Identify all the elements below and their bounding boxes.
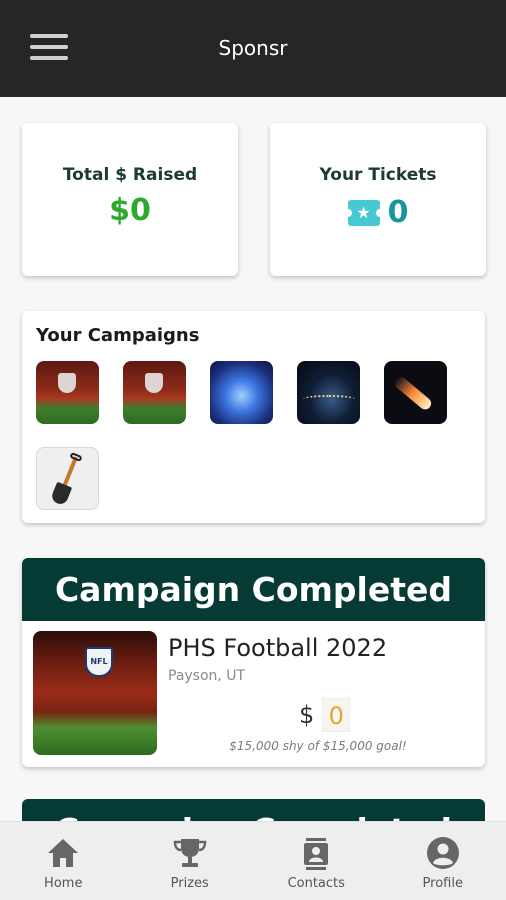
your-tickets-label: Your Tickets — [319, 165, 437, 185]
completed-campaign-card[interactable]: Campaign Completed PHS Football 2022 Pay… — [22, 558, 485, 767]
profile-icon — [426, 837, 459, 869]
nav-contacts-label: Contacts — [287, 876, 345, 891]
bottom-navigation: Home Prizes Contacts Profile — [0, 821, 506, 900]
campaign-completed-header: Campaign Completed — [22, 558, 485, 621]
your-campaigns-card: Your Campaigns — [22, 311, 485, 523]
campaign-thumb-shovel[interactable] — [36, 447, 99, 510]
total-raised-value: $0 — [109, 193, 151, 228]
nav-profile[interactable]: Profile — [380, 822, 506, 900]
donation-amount-row: $ 0 — [299, 698, 351, 732]
nav-contacts[interactable]: Contacts — [253, 822, 380, 900]
your-tickets-card: Your Tickets ★ 0 — [270, 123, 486, 276]
nav-profile-label: Profile — [422, 876, 463, 891]
currency-symbol: $ — [299, 701, 315, 729]
donation-amount-value: 0 — [322, 698, 351, 732]
campaign-thumb-football-2[interactable] — [123, 361, 186, 424]
contacts-icon — [304, 838, 329, 870]
campaign-name: PHS Football 2022 — [168, 634, 388, 662]
tickets-count: 0 — [387, 195, 409, 230]
total-raised-card: Total $ Raised $0 — [22, 123, 238, 276]
nav-prizes[interactable]: Prizes — [127, 822, 254, 900]
nfl-logo-icon — [85, 647, 113, 677]
nav-home-label: Home — [44, 876, 83, 891]
your-campaigns-title: Your Campaigns — [36, 325, 200, 346]
campaign-thumbnails — [36, 361, 476, 510]
tickets-row: ★ 0 — [270, 195, 486, 230]
app-bar: Sponsr — [0, 0, 506, 97]
home-icon — [48, 839, 79, 867]
campaign-image[interactable] — [33, 631, 157, 755]
campaign-location: Payson, UT — [168, 668, 246, 684]
campaign-thumb-meteor[interactable] — [384, 361, 447, 424]
app-title: Sponsr — [218, 36, 288, 60]
nav-prizes-label: Prizes — [170, 876, 209, 891]
nav-home[interactable]: Home — [0, 822, 127, 900]
ticket-star-icon: ★ — [343, 199, 384, 226]
trophy-icon — [173, 839, 207, 867]
campaign-thumb-stadium[interactable] — [297, 361, 360, 424]
campaign-thumb-blue-light[interactable] — [210, 361, 273, 424]
goal-progress-text: $15,000 shy of $15,000 goal! — [229, 739, 407, 753]
campaign-thumb-football-1[interactable] — [36, 361, 99, 424]
total-raised-label: Total $ Raised — [62, 165, 198, 185]
